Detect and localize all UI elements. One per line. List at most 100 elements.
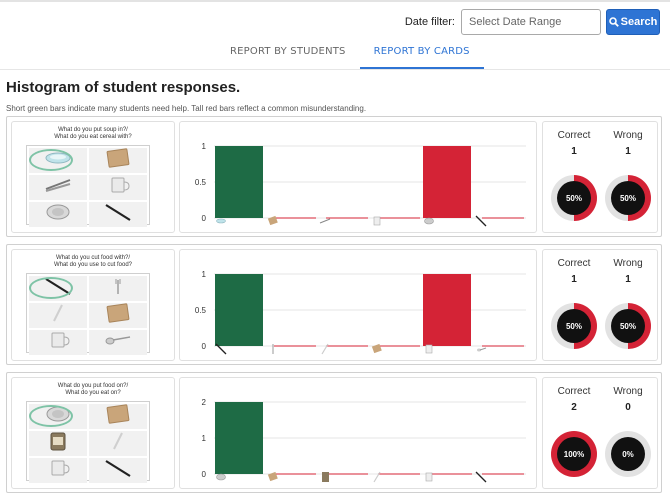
wrong-count: 0 — [625, 402, 631, 413]
answer-choice — [29, 458, 87, 483]
answer-choice — [89, 303, 147, 328]
question-line: What do you eat cereal with? — [54, 134, 132, 140]
wrong-count: 1 — [625, 146, 631, 157]
wrong-stat: Wrong 1 — [603, 258, 653, 285]
bowl-icon — [216, 218, 226, 224]
correct-answer-highlight — [29, 277, 73, 299]
correct-bar — [215, 146, 263, 218]
date-filter-label: Date filter: — [404, 16, 455, 28]
wrong-percent-donut: 0% — [605, 431, 651, 477]
tongs-icon — [38, 175, 78, 200]
answer-choice — [29, 202, 87, 227]
wrong-percent-donut: 50% — [605, 175, 651, 221]
fork-icon — [98, 276, 138, 301]
answer-choice — [89, 431, 147, 456]
tab-report-by-cards[interactable]: REPORT BY CARDS — [359, 42, 484, 69]
correct-answer-highlight — [29, 405, 73, 427]
tongs-icon — [319, 218, 331, 224]
correct-percent-donut: 100% — [551, 431, 597, 477]
response-histogram: 0 0.5 1 — [179, 121, 537, 233]
answer-choice — [29, 431, 87, 456]
answer-stats-panel: Correct 2 100% Wrong 0 0% — [542, 377, 658, 489]
wrong-percent-label: 50% — [611, 309, 645, 343]
wrong-label: Wrong — [613, 130, 643, 141]
knife-icon — [98, 458, 138, 483]
card-report-row: What do you put soup in?/What do you eat… — [6, 116, 662, 237]
answer-choice — [89, 276, 147, 301]
straw-icon — [98, 431, 138, 456]
y-tick-label: 0.5 — [195, 306, 207, 315]
histogram-svg: 00.51 — [195, 142, 526, 227]
mug-icon — [98, 175, 138, 200]
answer-stats-panel: Correct 1 50% Wrong 1 50% — [542, 249, 658, 361]
card-question-text: What do you put food on?/What do you eat… — [12, 383, 174, 397]
card-question-text: What do you put soup in?/What do you eat… — [12, 127, 174, 141]
answer-choice — [89, 175, 147, 200]
correct-label: Correct — [557, 258, 591, 269]
plate-icon — [424, 217, 434, 225]
answer-choice — [89, 330, 147, 355]
correct-percent-donut: 50% — [551, 303, 597, 349]
mug-icon — [425, 344, 433, 354]
question-line: What do you put soup in?/ — [58, 127, 128, 133]
wrong-percent-donut: 50% — [605, 303, 651, 349]
wrong-count: 1 — [625, 274, 631, 285]
correct-stat: Correct 1 — [549, 258, 599, 285]
answer-choice — [29, 175, 87, 200]
spoon-icon — [98, 330, 138, 355]
card-question-panel: What do you cut food with?/What do you u… — [11, 249, 175, 361]
tabs-divider — [0, 69, 670, 70]
response-histogram: 0 0.5 1 — [179, 249, 537, 361]
jar-icon — [322, 472, 329, 482]
cutting-board-icon — [267, 215, 278, 226]
answer-stats-panel: Correct 1 50% Wrong 1 50% — [542, 121, 658, 233]
y-tick-label: 0 — [202, 470, 207, 479]
answer-choice — [89, 458, 147, 483]
answer-choice-grid — [26, 401, 150, 483]
y-tick-label: 0 — [202, 214, 207, 223]
cutting-board-icon — [267, 471, 278, 482]
question-line: What do you cut food with?/ — [55, 255, 131, 261]
wrong-label: Wrong — [613, 258, 643, 269]
y-tick-label: 0.5 — [195, 178, 207, 187]
answer-choice-grid — [26, 273, 150, 355]
answer-choice — [89, 148, 147, 173]
y-tick-label: 0 — [202, 342, 207, 351]
histogram-svg: 00.51 — [195, 270, 526, 355]
y-tick-label: 1 — [202, 142, 207, 151]
cutting-board-icon — [98, 148, 138, 173]
search-button[interactable]: Search — [606, 9, 660, 35]
answer-choice — [29, 330, 87, 355]
mug-icon — [425, 472, 433, 482]
y-tick-label: 1 — [202, 270, 207, 279]
answer-choice-grid — [26, 145, 150, 227]
answer-choice — [29, 303, 87, 328]
date-filter-bar: Date filter: Search — [405, 9, 660, 35]
correct-percent-donut: 50% — [551, 175, 597, 221]
card-question-text: What do you cut food with?/What do you u… — [12, 255, 174, 269]
cutting-board-icon — [371, 343, 382, 354]
correct-count: 1 — [571, 146, 577, 157]
card-report-row: What do you put food on?/What do you eat… — [6, 372, 662, 493]
cutting-board-icon — [98, 404, 138, 429]
knife-icon — [98, 202, 138, 227]
date-range-input[interactable] — [461, 9, 601, 35]
card-question-panel: What do you put soup in?/What do you eat… — [11, 121, 175, 233]
search-icon — [608, 17, 619, 27]
tab-report-by-students[interactable]: REPORT BY STUDENTS — [216, 42, 360, 69]
cutting-board-icon — [98, 303, 138, 328]
correct-count: 2 — [571, 402, 577, 413]
page-title: Histogram of student responses. — [6, 79, 241, 96]
answer-choice — [89, 202, 147, 227]
correct-stat: Correct 2 — [549, 386, 599, 413]
y-tick-label: 1 — [202, 434, 207, 443]
wrong-stat: Wrong 0 — [603, 386, 653, 413]
card-report-row: What do you cut food with?/What do you u… — [6, 244, 662, 365]
page-subtitle: Short green bars indicate many students … — [6, 104, 367, 113]
response-histogram: 0 1 2 — [179, 377, 537, 489]
correct-count: 1 — [571, 274, 577, 285]
wrong-stat: Wrong 1 — [603, 130, 653, 157]
card-question-panel: What do you put food on?/What do you eat… — [11, 377, 175, 489]
plate-icon — [216, 473, 226, 481]
correct-label: Correct — [557, 386, 591, 397]
